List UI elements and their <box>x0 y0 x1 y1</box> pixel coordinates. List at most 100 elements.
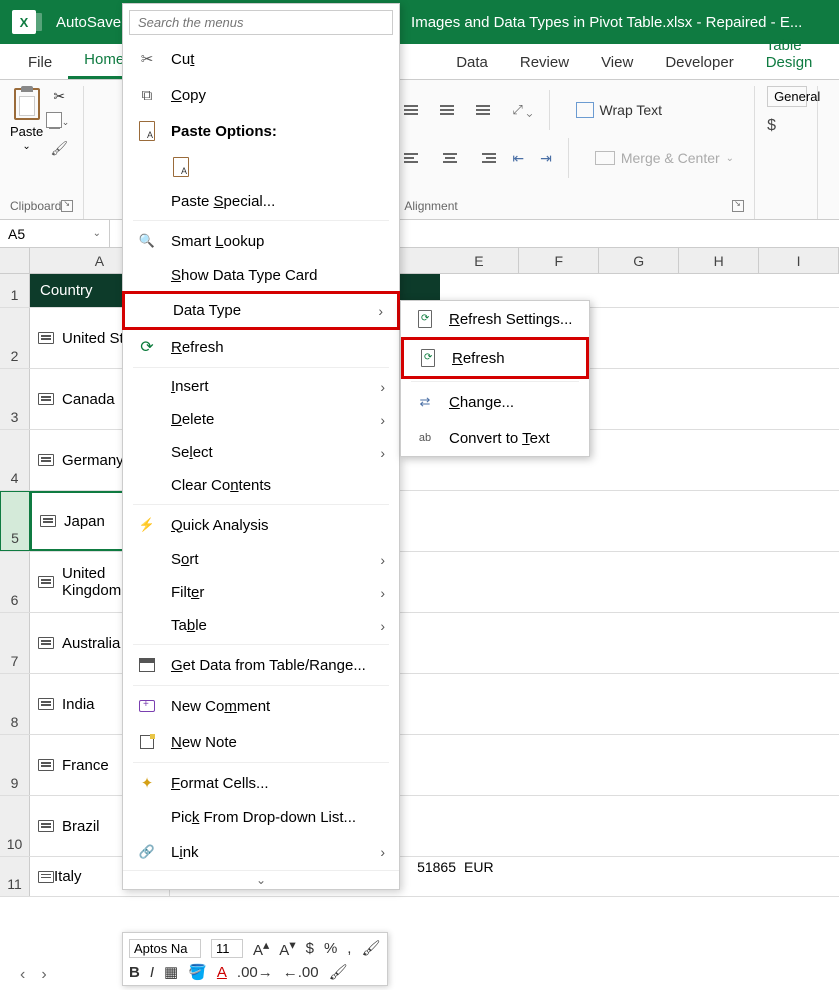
menu-filter[interactable]: Filter› <box>123 576 399 609</box>
clipboard-dialog-launcher[interactable] <box>61 200 73 212</box>
tab-developer[interactable]: Developer <box>649 46 749 79</box>
font-color-icon[interactable]: A <box>217 964 227 981</box>
submenu-refresh[interactable]: Refresh <box>401 337 589 379</box>
align-bottom-icon[interactable] <box>476 101 496 119</box>
submenu-change[interactable]: Change... <box>401 384 589 420</box>
orientation-icon[interactable]: ⤢ ⌄ <box>512 102 532 118</box>
next-sheet-icon[interactable]: › <box>41 966 46 984</box>
row-header[interactable]: 6 <box>0 552 30 612</box>
align-center-icon[interactable] <box>440 149 460 167</box>
sparkle-icon <box>137 773 157 793</box>
align-right-icon[interactable] <box>476 149 496 167</box>
tab-file[interactable]: File <box>12 46 68 79</box>
bold-icon[interactable]: B <box>129 964 140 981</box>
alignment-dialog-launcher[interactable] <box>732 200 744 212</box>
tab-review[interactable]: Review <box>504 46 585 79</box>
chevron-right-icon: › <box>380 844 385 860</box>
copy-icon[interactable]: ⌄ <box>49 112 69 132</box>
menu-expand-icon[interactable]: ⌄ <box>123 870 399 889</box>
col-header-f[interactable]: F <box>519 248 599 273</box>
menu-show-card[interactable]: Show Data Type Card <box>123 259 399 292</box>
chevron-right-icon: › <box>380 379 385 395</box>
mini-size-select[interactable] <box>211 939 243 958</box>
chevron-right-icon: › <box>380 552 385 568</box>
name-box[interactable]: A5 ⌄ <box>0 220 110 247</box>
row-header[interactable]: 3 <box>0 369 30 429</box>
percent-icon[interactable]: % <box>324 940 337 957</box>
col-header-e[interactable]: E <box>439 248 519 273</box>
menu-copy[interactable]: Copy <box>123 77 399 113</box>
align-top-icon[interactable] <box>404 101 424 119</box>
data-type-card-icon <box>40 515 56 527</box>
menu-format-cells[interactable]: Format Cells... <box>123 765 399 801</box>
submenu-refresh-settings[interactable]: Refresh Settings... <box>401 301 589 337</box>
wrap-text-button[interactable]: Wrap Text <box>566 98 673 122</box>
paste-option-values[interactable] <box>123 149 399 185</box>
submenu-convert-text[interactable]: Convert to Text <box>401 420 589 456</box>
country-value: Canada <box>62 391 115 408</box>
align-left-icon[interactable] <box>404 149 424 167</box>
format-icon[interactable]: 🖌 <box>329 963 348 981</box>
merge-icon <box>595 151 615 165</box>
row-header-1[interactable]: 1 <box>0 274 30 307</box>
menu-paste-special[interactable]: Paste Special... <box>123 185 399 218</box>
numeric-cell[interactable]: 51865 <box>390 857 460 896</box>
row-header-11[interactable]: 11 <box>0 857 30 896</box>
format-painter-icon[interactable] <box>49 138 69 158</box>
cut-icon[interactable] <box>49 86 69 106</box>
currency-cell[interactable]: EUR <box>460 857 530 896</box>
currency-icon[interactable]: $ <box>306 940 314 957</box>
menu-quick-analysis[interactable]: Quick Analysis <box>123 507 399 543</box>
menu-sort[interactable]: Sort› <box>123 543 399 576</box>
increase-indent-icon[interactable]: ⇥ <box>540 150 552 167</box>
row-header[interactable]: 7 <box>0 613 30 673</box>
increase-decimal-icon[interactable]: .00→ <box>237 964 273 981</box>
menu-new-comment[interactable]: New Comment <box>123 688 399 724</box>
menu-new-note[interactable]: New Note <box>123 724 399 760</box>
fill-color-icon[interactable]: 🪣 <box>188 963 207 981</box>
menu-search-input[interactable] <box>129 10 393 35</box>
menu-delete[interactable]: Delete› <box>123 403 399 436</box>
col-header-i[interactable]: I <box>759 248 839 273</box>
menu-select[interactable]: Select› <box>123 436 399 469</box>
menu-refresh[interactable]: Refresh <box>123 329 399 365</box>
prev-sheet-icon[interactable]: ‹ <box>20 966 25 984</box>
menu-pick-list[interactable]: Pick From Drop-down List... <box>123 801 399 834</box>
comma-icon[interactable]: , <box>347 940 351 957</box>
tab-data[interactable]: Data <box>440 46 504 79</box>
menu-clear-contents[interactable]: Clear Contents <box>123 469 399 502</box>
menu-smart-lookup[interactable]: Smart Lookup <box>123 223 399 259</box>
mini-font-select[interactable] <box>129 939 201 958</box>
row-header[interactable]: 8 <box>0 674 30 734</box>
decrease-font-icon[interactable]: A▾ <box>279 937 295 959</box>
col-header-h[interactable]: H <box>679 248 759 273</box>
row-header[interactable]: 4 <box>0 430 30 490</box>
select-all-corner[interactable] <box>0 248 30 273</box>
increase-font-icon[interactable]: A▴ <box>253 937 269 959</box>
menu-cut[interactable]: Cut <box>123 41 399 77</box>
merge-center-button[interactable]: Merge & Center ⌄ <box>585 146 744 170</box>
format-painter-icon[interactable]: 🖌 <box>361 939 380 957</box>
number-format-select[interactable]: General <box>767 86 807 107</box>
menu-insert[interactable]: Insert› <box>123 370 399 403</box>
menu-table[interactable]: Table› <box>123 609 399 642</box>
chevron-right-icon: › <box>380 585 385 601</box>
border-icon[interactable]: ▦ <box>164 963 178 981</box>
row-header[interactable]: 5 <box>0 491 30 551</box>
menu-get-data[interactable]: Get Data from Table/Range... <box>123 647 399 683</box>
menu-data-type[interactable]: Data Type› <box>122 291 400 330</box>
tab-table-design[interactable]: Table Design <box>750 29 839 79</box>
menu-link[interactable]: Link› <box>123 834 399 870</box>
currency-icon[interactable]: $ <box>767 117 776 135</box>
decrease-decimal-icon[interactable]: ←.00 <box>283 964 319 981</box>
row-header[interactable]: 9 <box>0 735 30 795</box>
align-middle-icon[interactable] <box>440 101 460 119</box>
row-header[interactable]: 10 <box>0 796 30 856</box>
decrease-indent-icon[interactable]: ⇤ <box>512 150 524 167</box>
col-header-g[interactable]: G <box>599 248 679 273</box>
paste-button[interactable]: Paste ⌄ <box>10 86 43 158</box>
row-header[interactable]: 2 <box>0 308 30 368</box>
tab-view[interactable]: View <box>585 46 649 79</box>
italic-icon[interactable]: I <box>150 964 154 981</box>
data-type-submenu: Refresh Settings... Refresh Change... Co… <box>400 300 590 457</box>
